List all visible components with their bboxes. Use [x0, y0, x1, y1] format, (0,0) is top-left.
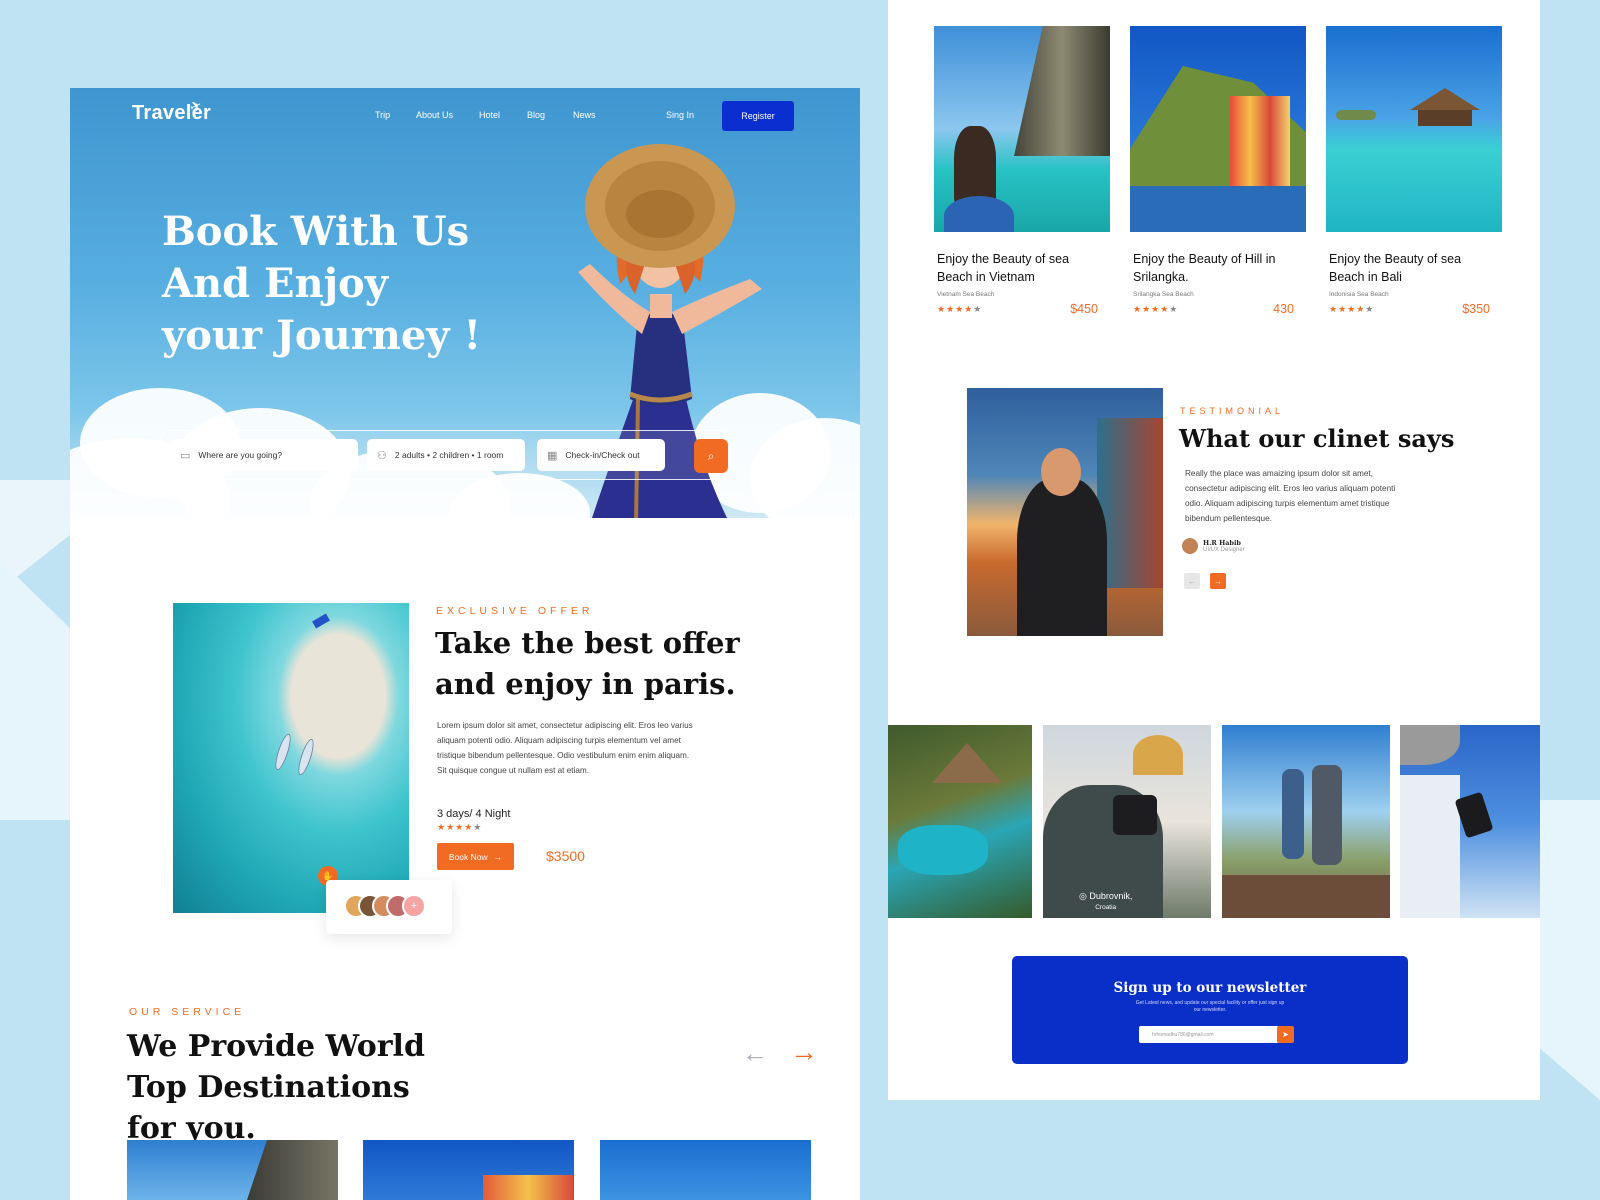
destination-card[interactable]: Enjoy the Beauty of sea Beach in Bali In… — [1326, 26, 1502, 316]
service-eyebrow: OUR SERVICE — [129, 1006, 246, 1018]
dates-input[interactable]: ▦ Check-in/Check out — [537, 439, 665, 471]
testimonial-prev-button[interactable]: ← — [1184, 573, 1200, 589]
nav-link-news[interactable]: News — [573, 110, 613, 120]
destination-image — [934, 26, 1110, 232]
destination-price: $450 — [1070, 302, 1098, 316]
background-shape — [0, 560, 80, 820]
signin-link[interactable]: Sing In — [666, 110, 694, 120]
search-icon: ⌕ — [707, 448, 715, 463]
bed-icon: ▭ — [180, 449, 191, 462]
send-icon: ➤ — [1282, 1030, 1289, 1039]
nav-links: Trip About Us Hotel Blog News — [375, 110, 613, 120]
destination-price: 430 — [1273, 302, 1294, 316]
destination-rating: ★★★★★ — [1329, 303, 1375, 314]
nav-link-trip[interactable]: Trip — [375, 110, 416, 120]
boat — [295, 737, 317, 777]
instagram-icon: ◎ — [1079, 891, 1087, 901]
testimonial-eyebrow: TESTIMONIAL — [1180, 406, 1285, 416]
travelers-avatars: + — [326, 880, 452, 934]
search-bar: ▭ Where are you going? ⚇ 2 adults • 2 ch… — [161, 430, 728, 480]
arrow-right-icon: → — [1214, 576, 1222, 586]
gallery-caption: ◎ Dubrovnik, Croatia — [1079, 891, 1133, 911]
newsletter-title: Sign up to our newsletter — [1113, 980, 1307, 996]
offer-image — [173, 603, 409, 913]
landing-page-left: Traveler ✈ Trip About Us Hotel Blog News… — [70, 88, 860, 1200]
testimonial-image — [967, 388, 1163, 636]
destination-rating: ★★★★★ — [1133, 303, 1179, 314]
destination-subtitle: Vietnam Sea Beach — [937, 291, 995, 298]
newsletter-email-input[interactable]: hrhomadhu786@gmail.com — [1139, 1026, 1280, 1043]
offer-duration: 3 days/ 4 Night — [437, 808, 511, 820]
hero-section: Traveler ✈ Trip About Us Hotel Blog News… — [70, 88, 860, 518]
register-button[interactable]: Register — [722, 101, 794, 131]
destination-subtitle: Srilangka Sea Beach — [1133, 291, 1194, 298]
offer-eyebrow: EXCLUSIVE OFFER — [436, 605, 594, 617]
service-title: We Provide World Top Destinations for yo… — [127, 1029, 425, 1146]
author-role: UI/UX Designer — [1203, 547, 1245, 553]
destination-image — [1130, 26, 1306, 232]
gallery-image[interactable] — [1400, 725, 1540, 918]
gallery-image[interactable]: ◎ Dubrovnik, Croatia — [1043, 725, 1211, 918]
newsletter-submit-button[interactable]: ➤ — [1277, 1026, 1294, 1043]
guests-select[interactable]: ⚇ 2 adults • 2 children • 1 room — [367, 439, 525, 471]
landing-page-right: Enjoy the Beauty of sea Beach in Vietnam… — [888, 0, 1540, 1100]
calendar-icon: ▦ — [547, 449, 558, 462]
offer-title: Take the best offer and enjoy in paris. — [435, 626, 740, 701]
boat — [312, 613, 330, 629]
destination-thumb[interactable] — [363, 1140, 574, 1200]
background-shape — [1530, 800, 1600, 1100]
gallery-image[interactable] — [1222, 725, 1390, 918]
destination-thumb[interactable] — [600, 1140, 811, 1200]
gallery-image[interactable] — [888, 725, 1032, 918]
destination-subtitle: Indonisia Sea Beach — [1329, 291, 1389, 298]
hero-title: Book With Us And Enjoy your Journey ! — [162, 208, 482, 359]
boat — [272, 732, 294, 772]
offer-price: $3500 — [546, 848, 585, 864]
arrow-left-icon: ← — [1188, 576, 1196, 586]
search-button[interactable]: ⌕ — [694, 439, 728, 473]
next-arrow-icon[interactable]: → — [790, 1036, 818, 1068]
top-nav: Traveler ✈ Trip About Us Hotel Blog News… — [70, 88, 860, 148]
destination-input[interactable]: ▭ Where are you going? — [170, 439, 358, 471]
arrow-right-icon: → — [493, 851, 503, 862]
destination-image — [1326, 26, 1502, 232]
destination-rating: ★★★★★ — [937, 303, 983, 314]
add-avatar-icon[interactable]: + — [402, 894, 426, 918]
nav-link-hotel[interactable]: Hotel — [479, 110, 527, 120]
destination-title: Enjoy the Beauty of sea Beach in Bali — [1329, 252, 1462, 284]
prev-arrow-icon[interactable]: ← — [742, 1038, 768, 1069]
newsletter-subtitle: Get Latest news, and update our special … — [1135, 1000, 1285, 1013]
testimonial-next-button[interactable]: → — [1210, 573, 1226, 589]
book-now-button[interactable]: Book Now → — [437, 843, 514, 870]
testimonial-author: H.R Habib UI/UX Designer — [1182, 538, 1245, 554]
destination-title: Enjoy the Beauty of sea Beach in Vietnam — [937, 252, 1070, 284]
user-icon: ⚇ — [377, 449, 387, 462]
destination-title: Enjoy the Beauty of Hill in Srilangka. — [1133, 252, 1276, 284]
destination-price: $350 — [1462, 302, 1490, 316]
avatar — [1182, 538, 1198, 554]
destination-thumb[interactable] — [127, 1140, 338, 1200]
nav-link-about[interactable]: About Us — [416, 110, 479, 120]
nav-link-blog[interactable]: Blog — [527, 110, 573, 120]
destination-card[interactable]: Enjoy the Beauty of sea Beach in Vietnam… — [934, 26, 1110, 316]
offer-description: Lorem ipsum dolor sit amet, consectetur … — [437, 721, 693, 775]
destination-card[interactable]: Enjoy the Beauty of Hill in Srilangka. S… — [1130, 26, 1306, 316]
author-name: H.R Habib — [1203, 539, 1241, 547]
testimonial-text: Really the place was amaizing ipsum dolo… — [1185, 469, 1396, 523]
newsletter-section: Sign up to our newsletter Get Latest new… — [1012, 956, 1408, 1064]
offer-rating: ★★★★★ — [437, 822, 483, 832]
testimonial-title: What our clinet says — [1179, 424, 1455, 453]
